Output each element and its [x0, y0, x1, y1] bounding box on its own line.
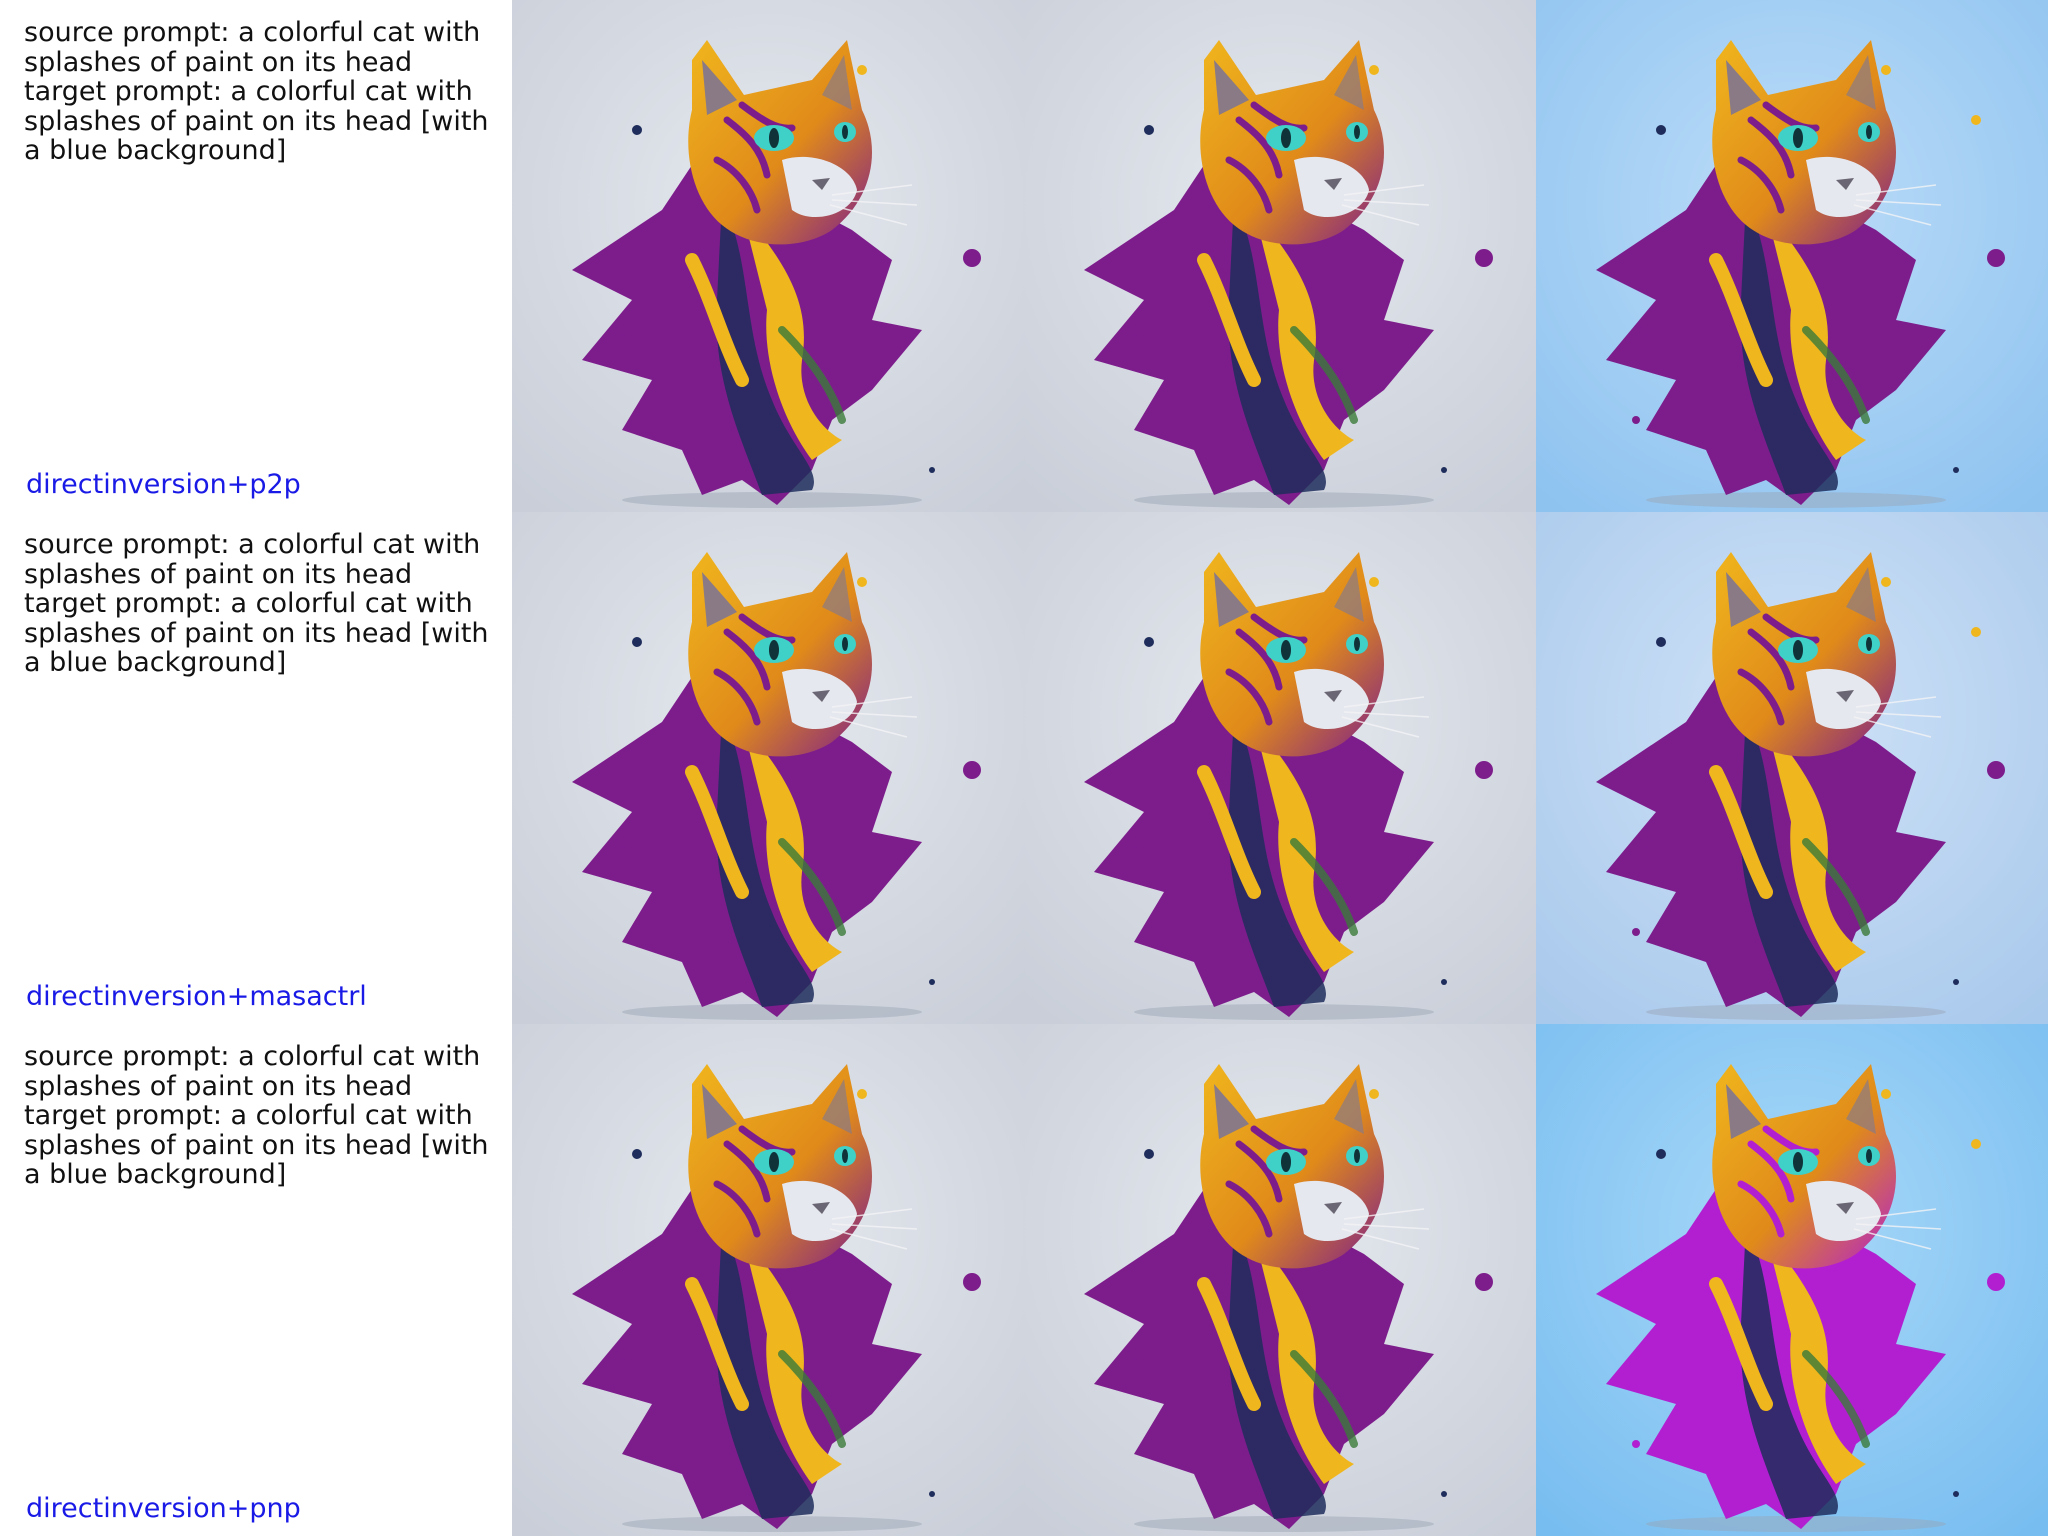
source-image-tile	[512, 0, 1024, 512]
row-label-panel: source prompt: a colorful cat with splas…	[0, 1024, 512, 1536]
target-prompt: target prompt: a colorful cat with splas…	[24, 588, 498, 678]
row-p2p: source prompt: a colorful cat with splas…	[0, 0, 2048, 512]
edited-image-tile	[1536, 512, 2048, 1024]
reconstruction-image-tile	[1024, 0, 1536, 512]
prompt-block: source prompt: a colorful cat with splas…	[24, 1042, 494, 1190]
row-label-panel: source prompt: a colorful cat with splas…	[0, 512, 512, 1024]
edited-image-tile	[1536, 1024, 2048, 1536]
comparison-grid: source prompt: a colorful cat with splas…	[0, 0, 2048, 1536]
source-image-tile	[512, 1024, 1024, 1536]
cat-paint-splash-image	[512, 1024, 1024, 1536]
prompt-block: source prompt: a colorful cat with splas…	[24, 18, 494, 166]
source-prompt: source prompt: a colorful cat with splas…	[24, 1041, 489, 1102]
row-pnp: source prompt: a colorful cat with splas…	[0, 1024, 2048, 1536]
method-label: directinversion+masactrl	[26, 981, 367, 1012]
source-prompt: source prompt: a colorful cat with splas…	[24, 17, 489, 78]
prompt-block: source prompt: a colorful cat with splas…	[24, 530, 494, 678]
edited-image-tile	[1536, 0, 2048, 512]
cat-paint-splash-image	[1536, 0, 2048, 512]
reconstruction-image-tile	[1024, 1024, 1536, 1536]
cat-paint-splash-image	[1024, 1024, 1536, 1536]
target-prompt: target prompt: a colorful cat with splas…	[24, 1100, 498, 1190]
cat-paint-splash-image	[512, 0, 1024, 512]
row-masactrl: source prompt: a colorful cat with splas…	[0, 512, 2048, 1024]
source-prompt: source prompt: a colorful cat with splas…	[24, 529, 489, 590]
cat-paint-splash-image	[512, 512, 1024, 1024]
target-prompt: target prompt: a colorful cat with splas…	[24, 76, 498, 166]
row-label-panel: source prompt: a colorful cat with splas…	[0, 0, 512, 512]
cat-paint-splash-image	[1024, 512, 1536, 1024]
source-image-tile	[512, 512, 1024, 1024]
cat-paint-splash-image	[1536, 512, 2048, 1024]
cat-paint-splash-image	[1536, 1024, 2048, 1536]
reconstruction-image-tile	[1024, 512, 1536, 1024]
method-label: directinversion+p2p	[26, 469, 301, 500]
cat-paint-splash-image	[1024, 0, 1536, 512]
method-label: directinversion+pnp	[26, 1493, 301, 1524]
